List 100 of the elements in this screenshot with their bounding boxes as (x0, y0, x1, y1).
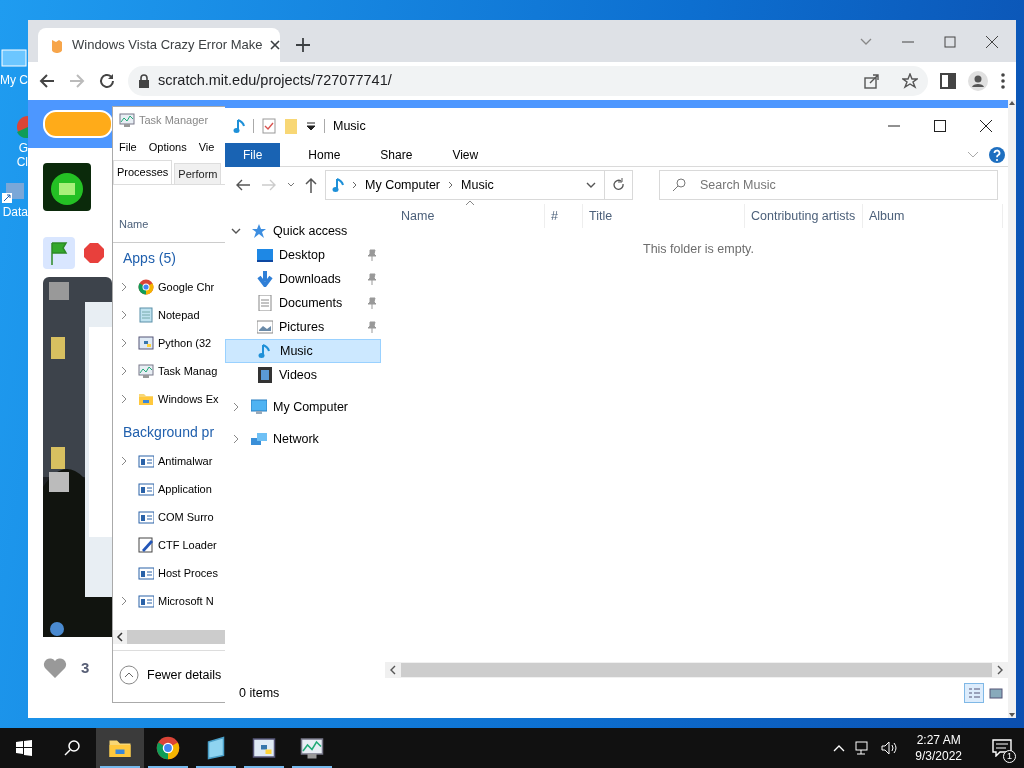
chevron-right-icon[interactable] (121, 366, 128, 376)
love-count: 3 (81, 658, 90, 678)
process-name[interactable]: COM Surro (158, 508, 214, 526)
column-header[interactable]: Contributing artists (745, 204, 863, 228)
scrollbar[interactable] (113, 630, 225, 644)
pin-icon[interactable] (367, 297, 377, 309)
breadcrumb[interactable]: My Computer (365, 175, 441, 195)
new-tab-icon[interactable] (296, 38, 310, 52)
nav-item[interactable]: Quick access (225, 219, 385, 243)
back-icon[interactable] (235, 178, 251, 192)
close-icon[interactable] (986, 36, 998, 48)
music-note-icon[interactable] (233, 118, 245, 134)
column-header[interactable]: Album (863, 204, 1003, 228)
chevron-right-icon[interactable] (233, 402, 239, 412)
menu-item[interactable]: Vie (198, 138, 215, 156)
pin-icon[interactable] (367, 249, 377, 261)
nav-item[interactable]: Network (225, 427, 385, 451)
properties-icon[interactable] (262, 118, 276, 134)
process-name[interactable]: Host Proces (158, 564, 218, 582)
chevron-right-icon[interactable] (233, 434, 239, 444)
chevron-down-icon[interactable] (287, 182, 295, 188)
ribbon-tab[interactable]: File (225, 143, 281, 167)
sort-ascending-icon[interactable] (465, 200, 475, 206)
clock[interactable]: 2:27 AM 9/3/2022 (907, 732, 970, 764)
pen-icon (138, 537, 154, 553)
dropdown-icon[interactable] (306, 121, 316, 131)
fewer-details-button[interactable]: Fewer details (119, 665, 222, 685)
search-box[interactable]: Search Music (659, 170, 998, 200)
process-name[interactable]: Task Manag (158, 362, 218, 380)
refresh-icon[interactable] (612, 178, 625, 192)
scroll-down-icon[interactable] (1008, 712, 1016, 718)
close-icon[interactable] (980, 120, 992, 132)
window-icon (138, 593, 154, 609)
tab-title: Windows Vista Crazy Error Make (72, 36, 263, 55)
heart-icon[interactable] (43, 657, 67, 680)
profile-icon[interactable] (968, 71, 988, 91)
search-field[interactable]: Search Music (698, 174, 997, 196)
chevron-up-icon[interactable] (833, 744, 846, 752)
column-header[interactable]: # (545, 204, 583, 228)
menu-item[interactable]: Options (148, 138, 187, 156)
chevron-right-icon[interactable] (121, 282, 128, 292)
scratch-logo-icon[interactable] (43, 109, 113, 139)
pin-icon[interactable] (367, 321, 377, 333)
ribbon-tab[interactable]: Share (366, 143, 427, 167)
chevron-right-icon[interactable] (121, 310, 128, 320)
process-name[interactable]: Google Chr (158, 278, 215, 296)
up-icon[interactable] (305, 177, 317, 193)
tab[interactable]: Processes (113, 160, 173, 184)
side-panel-icon[interactable] (940, 73, 956, 89)
scrollbar[interactable] (385, 662, 1008, 678)
star-icon[interactable] (902, 73, 918, 89)
menu-item[interactable]: File (119, 138, 137, 156)
chevron-right-icon[interactable] (121, 596, 128, 606)
chevron-right-icon[interactable] (121, 456, 128, 466)
address-box[interactable]: My Computer Music (325, 170, 633, 200)
close-icon[interactable] (270, 40, 281, 50)
chevron-right-icon[interactable] (121, 338, 128, 348)
chevron-up-icon (119, 665, 139, 685)
process-name[interactable]: Python (32 (158, 334, 212, 352)
maximize-icon[interactable] (934, 120, 946, 132)
chevron-right-icon[interactable] (121, 394, 128, 404)
column-header[interactable]: Name (385, 204, 545, 228)
process-name[interactable]: Windows Ex (158, 390, 219, 408)
scroll-left-icon[interactable] (113, 630, 127, 644)
process-name[interactable]: Microsoft N (158, 592, 214, 610)
nav-item[interactable]: My Computer (225, 395, 385, 419)
notification-button[interactable]: 1 (980, 728, 1024, 768)
ribbon-tab[interactable]: Home (294, 143, 355, 167)
menu-icon[interactable] (1000, 72, 1006, 90)
address-bar[interactable]: scratch.mit.edu/projects/727077741/ (128, 66, 928, 96)
share-icon[interactable] (864, 73, 880, 89)
nav-item[interactable]: Pictures (225, 315, 381, 339)
process-name[interactable]: Notepad (158, 306, 200, 324)
reload-icon[interactable] (98, 72, 116, 90)
flag-icon[interactable] (43, 237, 75, 269)
column-header[interactable]: Name (119, 216, 149, 233)
column-header[interactable]: Title (583, 204, 745, 228)
taskbar-app[interactable] (96, 728, 144, 768)
browser-tab[interactable]: Windows Vista Crazy Error Make (38, 28, 280, 62)
breadcrumb[interactable]: Music (461, 175, 494, 195)
search-icon[interactable] (64, 740, 80, 756)
help-icon[interactable] (989, 147, 1005, 163)
volume-icon[interactable] (881, 741, 898, 755)
process-name[interactable]: Application (158, 480, 212, 498)
nav-item[interactable]: Downloads (225, 267, 381, 291)
chevron-down-icon[interactable] (231, 228, 241, 234)
tab[interactable]: Perform (174, 163, 222, 184)
nav-item[interactable]: Documents (225, 291, 381, 315)
nav-item[interactable]: Videos (225, 363, 381, 387)
ribbon-tab[interactable]: View (438, 143, 493, 167)
process-name[interactable]: Antimalwar (158, 452, 213, 470)
pin-icon[interactable] (367, 273, 377, 285)
nav-item[interactable]: Music (225, 339, 381, 363)
stop-icon[interactable] (83, 242, 105, 264)
back-icon[interactable] (38, 72, 56, 90)
nav-item[interactable]: Desktop (225, 243, 381, 267)
scrollbar[interactable] (1008, 100, 1016, 718)
chrome-icon (14, 115, 28, 141)
process-name[interactable]: CTF Loader (158, 536, 217, 554)
chevron-down-icon[interactable] (586, 181, 596, 189)
